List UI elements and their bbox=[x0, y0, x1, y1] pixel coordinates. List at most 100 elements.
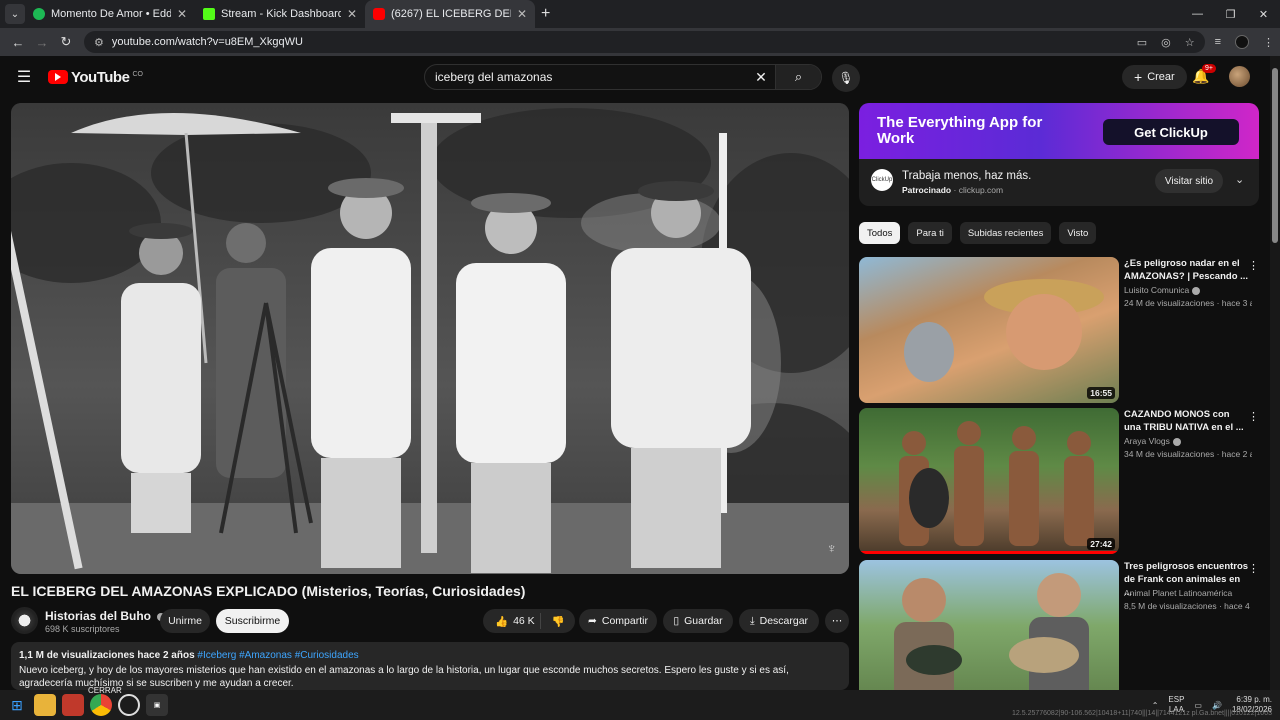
new-tab-icon[interactable]: + bbox=[541, 5, 550, 23]
plus-icon: + bbox=[1134, 69, 1143, 85]
chip-para-ti[interactable]: Para ti bbox=[908, 222, 952, 244]
network-icon[interactable]: ▭ bbox=[1194, 701, 1202, 710]
chevron-up-icon[interactable]: ⌃ bbox=[1152, 701, 1159, 710]
minimize-icon[interactable]: — bbox=[1181, 0, 1214, 28]
search-icon[interactable]: ⌕ bbox=[775, 65, 821, 89]
chip-subidas-recientes[interactable]: Subidas recientes bbox=[959, 222, 1052, 244]
like-button[interactable]: 👍 46 K bbox=[483, 613, 541, 629]
scrollbar-thumb[interactable] bbox=[1272, 68, 1278, 243]
eye-off-icon[interactable]: ◎ bbox=[1161, 36, 1171, 49]
chevron-down-icon[interactable]: ⌄ bbox=[1235, 173, 1244, 186]
thumbs-down-icon: 👎 bbox=[551, 615, 565, 628]
build-watermark: 12.5.25776082|90-106.562|10418+11|740|||… bbox=[1012, 710, 1272, 717]
rec-title[interactable]: CAZANDO MONOS con una TRIBU NATIVA en el… bbox=[1124, 408, 1249, 434]
share-button[interactable]: ➦ Compartir bbox=[579, 609, 657, 633]
browser-tabbar: ⌄ Momento De Amor • Eddie San ✕ Stream -… bbox=[0, 0, 1280, 28]
more-vert-icon[interactable]: ⋮ bbox=[1248, 562, 1259, 575]
channel-name[interactable]: Historias del Buho bbox=[45, 609, 166, 623]
tab-search-icon[interactable]: ⌄ bbox=[5, 4, 25, 24]
subscribe-button[interactable]: Suscribirme bbox=[216, 609, 289, 633]
youtube-logo[interactable]: YouTube CO bbox=[48, 69, 143, 86]
like-count: 46 K bbox=[513, 615, 535, 627]
app-icon[interactable] bbox=[62, 694, 84, 716]
channel-name-text: Historias del Buho bbox=[45, 609, 152, 623]
reload-icon[interactable]: ↻ bbox=[54, 34, 78, 50]
more-vert-icon[interactable]: ⋮ bbox=[1248, 259, 1259, 272]
close-overlay-label[interactable]: CERRAR bbox=[88, 686, 122, 695]
save-button[interactable]: ▯ Guardar bbox=[663, 609, 733, 633]
window-controls: — ❐ ✕ bbox=[1181, 0, 1280, 28]
search-input[interactable]: iceberg del amazonas bbox=[425, 70, 747, 84]
back-icon[interactable]: ← bbox=[6, 35, 30, 50]
profile-icon[interactable] bbox=[1235, 35, 1249, 49]
obs-icon[interactable] bbox=[118, 694, 140, 716]
rec-channel[interactable]: Araya Vlogs bbox=[1124, 436, 1181, 446]
windows-start-icon[interactable]: ⊞ bbox=[6, 694, 28, 716]
close-icon[interactable]: ✕ bbox=[347, 7, 357, 21]
file-explorer-icon[interactable] bbox=[34, 694, 56, 716]
chrome-icon[interactable] bbox=[90, 694, 112, 716]
thumbnail-art bbox=[894, 573, 1089, 690]
page-scrollbar[interactable] bbox=[1270, 56, 1280, 690]
ad-banner[interactable]: The Everything App for Work Get ClickUp bbox=[859, 103, 1259, 159]
ad-tagline: Trabaja menos, haz más. bbox=[902, 170, 1032, 182]
volume-icon[interactable]: 🔊 bbox=[1212, 701, 1222, 710]
thumbnail-art bbox=[904, 279, 1104, 382]
recommendation-item[interactable]: 27:42 CAZANDO MONOS con una TRIBU NATIVA… bbox=[859, 408, 1259, 554]
app-icon[interactable]: ▣ bbox=[146, 694, 168, 716]
forward-icon[interactable]: → bbox=[30, 35, 54, 50]
address-bar[interactable]: ⚙ youtube.com/watch?v=u8EM_XkgqWU ▭ ◎ ☆ bbox=[84, 31, 1205, 53]
tab-title: (6267) EL ICEBERG DEL AMAZO bbox=[391, 8, 511, 20]
ad-cta-button[interactable]: Get ClickUp bbox=[1103, 119, 1239, 145]
cast-icon[interactable]: ▭ bbox=[1137, 36, 1147, 49]
tab-youtube[interactable]: (6267) EL ICEBERG DEL AMAZO ✕ bbox=[365, 0, 535, 28]
close-window-icon[interactable]: ✕ bbox=[1247, 0, 1280, 28]
hashtags[interactable]: #Iceberg #Amazonas #Curiosidades bbox=[197, 650, 358, 661]
close-icon[interactable]: ✕ bbox=[177, 7, 187, 21]
close-icon[interactable]: ✕ bbox=[517, 7, 527, 21]
channel-avatar[interactable] bbox=[11, 607, 38, 634]
microphone-icon[interactable]: 🎙 bbox=[832, 64, 860, 92]
rec-channel[interactable]: Luisito Comunica bbox=[1124, 285, 1201, 295]
description-text: Nuevo iceberg, y hoy de los mayores mist… bbox=[19, 665, 789, 689]
hamburger-menu-icon[interactable]: ☰ bbox=[0, 67, 48, 87]
more-actions-button[interactable]: ⋯ bbox=[825, 609, 849, 633]
url-text: youtube.com/watch?v=u8EM_XkgqWU bbox=[111, 36, 303, 48]
recommendation-item[interactable]: Tres peligrosos encuentros de Frank con … bbox=[859, 560, 1259, 690]
youtube-icon bbox=[373, 8, 385, 20]
rec-channel[interactable]: Animal Planet Latinoamérica bbox=[1124, 588, 1232, 598]
bookmark-star-icon[interactable]: ☆ bbox=[1185, 36, 1195, 49]
video-player[interactable]: ♆ bbox=[11, 103, 849, 574]
sponsored-ad[interactable]: The Everything App for Work Get ClickUp … bbox=[859, 103, 1259, 206]
dislike-button[interactable]: 👎 bbox=[541, 615, 575, 628]
visit-site-button[interactable]: Visitar sitio bbox=[1155, 169, 1223, 193]
site-info-icon[interactable]: ⚙ bbox=[94, 36, 104, 49]
ad-cta-label: Get ClickUp bbox=[1134, 124, 1208, 140]
download-button[interactable]: ⤓ Descargar bbox=[739, 609, 819, 633]
video-thumbnail[interactable]: 27:42 bbox=[859, 408, 1119, 554]
notification-badge: 9+ bbox=[1202, 64, 1216, 73]
media-control-icon[interactable]: ≡ bbox=[1215, 36, 1221, 48]
join-button[interactable]: Unirme bbox=[160, 609, 210, 633]
user-avatar[interactable] bbox=[1229, 66, 1250, 87]
maximize-icon[interactable]: ❐ bbox=[1214, 0, 1247, 28]
bookmark-icon: ▯ bbox=[673, 615, 680, 627]
more-vert-icon[interactable]: ⋮ bbox=[1248, 410, 1259, 423]
like-dislike-group: 👍 46 K 👎 bbox=[483, 609, 575, 633]
video-thumbnail[interactable]: 16:55 bbox=[859, 257, 1119, 403]
time-text: 6:39 p. m. bbox=[1236, 695, 1272, 704]
rec-title[interactable]: ¿Es peligroso nadar en el AMAZONAS? | Pe… bbox=[1124, 257, 1249, 283]
chip-visto[interactable]: Visto bbox=[1059, 222, 1097, 244]
recommendation-item[interactable]: 16:55 ¿Es peligroso nadar en el AMAZONAS… bbox=[859, 257, 1259, 403]
search-box[interactable]: iceberg del amazonas ✕ ⌕ bbox=[424, 64, 822, 90]
create-button[interactable]: + Crear bbox=[1122, 65, 1187, 89]
video-thumbnail[interactable] bbox=[859, 560, 1119, 690]
description-box[interactable]: 1,1 M de visualizaciones hace 2 años #Ic… bbox=[11, 642, 849, 690]
subscriber-count: 698 K suscriptores bbox=[45, 624, 120, 634]
tab-kick[interactable]: Stream - Kick Dashboard ✕ bbox=[195, 0, 365, 28]
watch-progress-bar bbox=[859, 551, 1119, 554]
tab-spotify[interactable]: Momento De Amor • Eddie San ✕ bbox=[25, 0, 195, 28]
menu-dots-icon[interactable]: ⋮ bbox=[1263, 36, 1274, 49]
chip-todos[interactable]: Todos bbox=[859, 222, 901, 244]
clear-search-icon[interactable]: ✕ bbox=[747, 69, 775, 86]
